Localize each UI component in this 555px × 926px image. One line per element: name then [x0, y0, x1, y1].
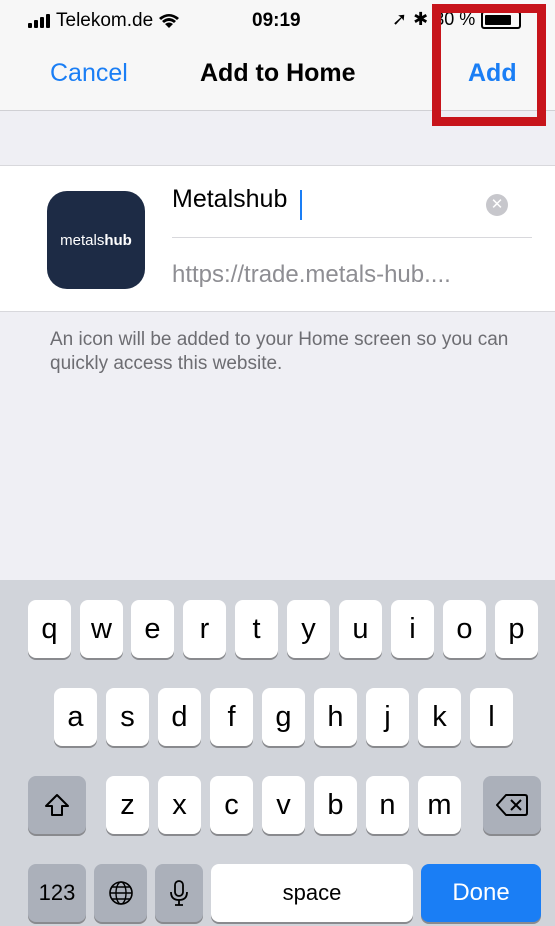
key-d[interactable]: d: [158, 688, 201, 746]
key-b[interactable]: b: [314, 776, 357, 834]
navigation-bar: Cancel Add to Home Add: [0, 45, 555, 105]
key-v[interactable]: v: [262, 776, 305, 834]
key-m[interactable]: m: [418, 776, 461, 834]
name-field[interactable]: ✕: [172, 182, 532, 238]
clear-icon[interactable]: ✕: [486, 194, 508, 216]
cancel-button[interactable]: Cancel: [50, 59, 128, 88]
hint-text: An icon will be added to your Home scree…: [50, 329, 509, 374]
key-s[interactable]: s: [106, 688, 149, 746]
wifi-icon: [159, 13, 180, 28]
key-o[interactable]: o: [443, 600, 486, 658]
microphone-icon: [170, 880, 188, 906]
key-a[interactable]: a: [54, 688, 97, 746]
battery-icon: [481, 10, 522, 29]
page-title: Add to Home: [200, 59, 356, 87]
key-t[interactable]: t: [235, 600, 278, 658]
url-label: https://trade.metals-hub....: [172, 261, 451, 288]
shift-key[interactable]: [28, 776, 86, 834]
key-r[interactable]: r: [183, 600, 226, 658]
key-c[interactable]: c: [210, 776, 253, 834]
key-z[interactable]: z: [106, 776, 149, 834]
keyboard: q w e r t y u i o p a s d f g h j k l z …: [0, 580, 555, 926]
key-n[interactable]: n: [366, 776, 409, 834]
key-g[interactable]: g: [262, 688, 305, 746]
shift-icon: [45, 794, 69, 816]
signal-icon: [28, 14, 50, 28]
globe-icon: [108, 881, 133, 905]
key-f[interactable]: f: [210, 688, 253, 746]
location-icon: ➚: [392, 9, 408, 29]
bluetooth-icon: ✱: [413, 9, 429, 29]
battery-percent: 30 %: [434, 9, 476, 29]
text-cursor: [300, 190, 302, 220]
key-w[interactable]: w: [80, 600, 123, 658]
key-y[interactable]: y: [287, 600, 330, 658]
icon-text-bold: hub: [104, 231, 132, 249]
status-time: 09:19: [252, 10, 301, 31]
bookmark-form: metalshub ✕ https://trade.metals-hub....: [0, 165, 555, 312]
key-i[interactable]: i: [391, 600, 434, 658]
key-x[interactable]: x: [158, 776, 201, 834]
app-icon-preview: metals hub: [47, 191, 145, 289]
key-j[interactable]: j: [366, 688, 409, 746]
status-right: ➚ ✱ 30 %: [392, 9, 522, 30]
icon-text-regular: metals: [60, 231, 105, 249]
key-k[interactable]: k: [418, 688, 461, 746]
key-e[interactable]: e: [131, 600, 174, 658]
numbers-key[interactable]: 123: [28, 864, 86, 922]
backspace-key[interactable]: [483, 776, 541, 834]
backspace-icon: [496, 794, 528, 816]
key-l[interactable]: l: [470, 688, 513, 746]
add-button[interactable]: Add: [468, 59, 517, 88]
key-h[interactable]: h: [314, 688, 357, 746]
carrier-label: Telekom.de: [56, 10, 154, 31]
key-p[interactable]: p: [495, 600, 538, 658]
done-key[interactable]: Done: [421, 864, 541, 922]
key-q[interactable]: q: [28, 600, 71, 658]
status-bar: Telekom.de 09:19 ➚ ✱ 30 %: [0, 0, 555, 40]
name-input[interactable]: [172, 185, 472, 214]
carrier: Telekom.de: [28, 10, 180, 32]
space-key[interactable]: space: [211, 864, 413, 922]
top-bar: Telekom.de 09:19 ➚ ✱ 30 % Cancel Add to …: [0, 0, 555, 111]
dictation-key[interactable]: [155, 864, 203, 922]
globe-key[interactable]: [94, 864, 147, 922]
key-u[interactable]: u: [339, 600, 382, 658]
